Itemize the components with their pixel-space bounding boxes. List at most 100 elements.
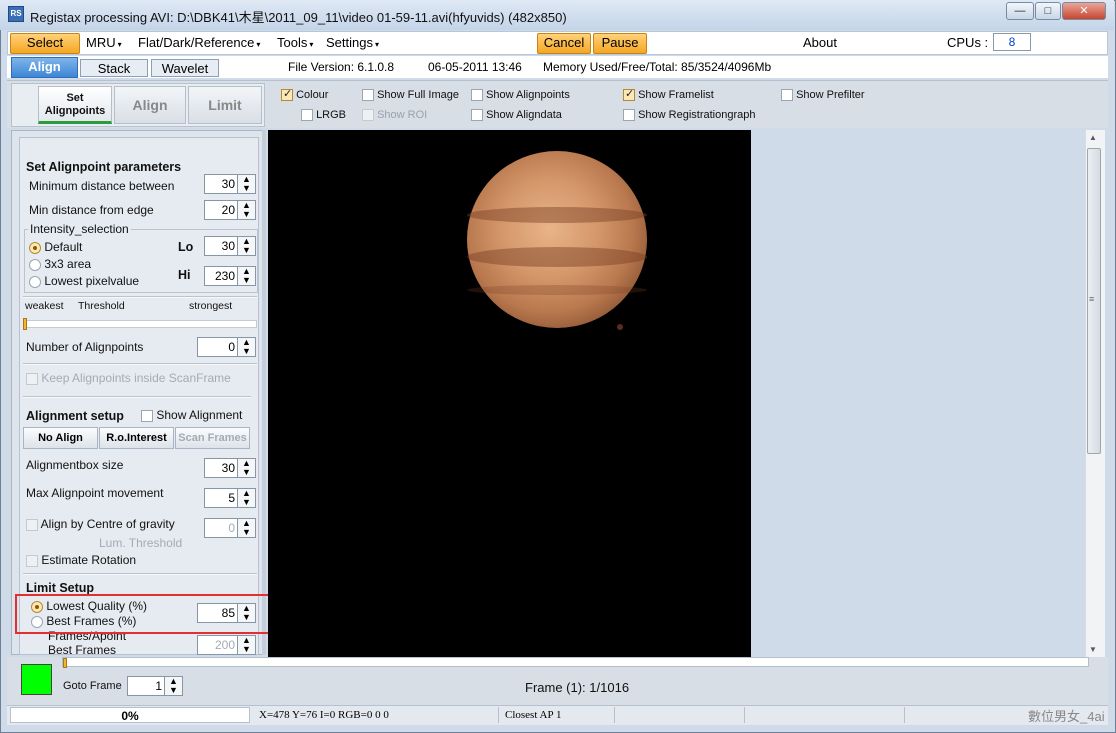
minimize-button[interactable]: —	[1006, 2, 1034, 20]
limit-setup-heading: Limit Setup	[26, 581, 95, 595]
menu-tools-label: Tools	[277, 35, 308, 50]
window-title: Registax processing AVI: D:\DBK41\木星\201…	[30, 10, 567, 25]
set-alignpoints-button[interactable]: Set Alignpoints	[38, 86, 112, 124]
lo-stepper[interactable]: 30 ▲ ▼	[204, 236, 256, 256]
cpus-stepper[interactable]: 8	[993, 33, 1031, 51]
spin-arrows-icon[interactable]: ▲ ▼	[237, 636, 255, 654]
menu-about[interactable]: About	[799, 34, 841, 52]
colour-checkbox[interactable]: Colour	[281, 87, 328, 102]
menu-mru-label: MRU	[86, 35, 116, 50]
ro-interest-button[interactable]: R.o.Interest	[99, 427, 174, 449]
box-size-stepper[interactable]: 30 ▲ ▼	[204, 458, 256, 478]
scroll-down-icon[interactable]: ▼	[1089, 645, 1097, 654]
menu-flat-dark-reference[interactable]: Flat/Dark/Reference ▾	[134, 34, 264, 52]
checkbox-checked-icon	[281, 87, 293, 102]
centre-gravity-checkbox[interactable]: Align by Centre of gravity	[26, 517, 175, 531]
no-align-button[interactable]: No Align	[23, 427, 98, 449]
spin-arrows-icon[interactable]: ▲ ▼	[237, 338, 255, 356]
spin-arrows-icon[interactable]: ▲ ▼	[237, 175, 255, 193]
show-aligndata-checkbox[interactable]: Show Aligndata	[471, 109, 562, 122]
intensity-default-radio[interactable]: Default	[29, 240, 82, 254]
cloud-band	[467, 207, 647, 223]
frame-slider-thumb[interactable]	[63, 658, 67, 668]
alignment-setup-heading: Alignment setup	[26, 409, 124, 423]
show-alignment-label: Show Alignment	[156, 408, 243, 422]
centre-gravity-stepper[interactable]: 0 ▲ ▼	[204, 518, 256, 538]
box-size-value: 30	[221, 461, 235, 475]
hi-stepper[interactable]: 230 ▲ ▼	[204, 266, 256, 286]
max-move-stepper[interactable]: 5 ▲ ▼	[204, 488, 256, 508]
best-frames-2-label: Best Frames	[48, 643, 117, 655]
checkbox-icon	[26, 518, 38, 531]
lrgb-label: LRGB	[316, 109, 347, 121]
tab-stack[interactable]: Stack	[80, 59, 148, 77]
threshold-slider-thumb[interactable]	[23, 318, 27, 330]
scroll-up-icon[interactable]: ▲	[1089, 133, 1097, 142]
spin-arrows-icon[interactable]: ▲ ▼	[164, 677, 182, 695]
num-alignpoints-stepper[interactable]: 0 ▲ ▼	[197, 337, 256, 357]
close-button[interactable]: ✕	[1062, 2, 1106, 20]
progress-bar: 0%	[10, 707, 250, 723]
show-framelist-label: Show Framelist	[638, 89, 714, 101]
menu-mru[interactable]: MRU ▾	[82, 34, 126, 52]
lrgb-checkbox[interactable]: LRGB	[301, 109, 347, 122]
threshold-label: Threshold	[78, 300, 125, 312]
min-edge-stepper[interactable]: 20 ▲ ▼	[204, 200, 256, 220]
intensity-lowest-radio[interactable]: Lowest pixelvalue	[29, 274, 139, 288]
grip-icon: ≡	[1089, 294, 1095, 304]
menu-tools[interactable]: Tools ▾	[273, 34, 317, 52]
watermark: 數位男女_4ai	[1028, 709, 1105, 724]
show-registrationgraph-label: Show Registrationgraph	[638, 109, 756, 121]
max-move-label: Max Alignpoint movement	[26, 486, 164, 500]
frames-value: 200	[214, 638, 235, 652]
keep-inside-checkbox[interactable]: Keep Alignpoints inside ScanFrame	[26, 371, 231, 385]
checkbox-icon	[26, 372, 38, 385]
strongest-label: strongest	[189, 300, 233, 312]
align-mode-button[interactable]: Align	[114, 86, 186, 124]
spin-arrows-icon[interactable]: ▲ ▼	[237, 459, 255, 477]
spin-arrows-icon[interactable]: ▲ ▼	[237, 201, 255, 219]
show-roi-checkbox[interactable]: Show ROI	[362, 109, 427, 122]
radio-selected-icon	[29, 241, 41, 254]
show-full-image-label: Show Full Image	[377, 89, 459, 101]
spin-arrows-icon[interactable]: ▲ ▼	[237, 237, 255, 255]
show-registrationgraph-checkbox[interactable]: Show Registrationgraph	[623, 109, 756, 122]
tab-align[interactable]: Align	[11, 57, 78, 78]
menu-settings[interactable]: Settings ▾	[322, 34, 383, 52]
limit-mode-button[interactable]: Limit	[188, 86, 262, 124]
panel-splitter[interactable]	[262, 130, 266, 655]
show-prefilter-checkbox[interactable]: Show Prefilter	[781, 89, 865, 102]
threshold-slider[interactable]	[23, 320, 257, 328]
show-alignpoints-checkbox[interactable]: Show Alignpoints	[471, 89, 570, 102]
scan-frames-button[interactable]: Scan Frames	[175, 427, 250, 449]
estimate-rotation-label: Estimate Rotation	[41, 553, 137, 567]
show-aligndata-label: Show Aligndata	[486, 109, 562, 121]
highlight-box	[15, 594, 273, 634]
show-full-image-checkbox[interactable]: Show Full Image	[362, 89, 459, 102]
tab-wavelet[interactable]: Wavelet	[151, 59, 219, 77]
spin-arrows-icon[interactable]: ▲ ▼	[237, 489, 255, 507]
select-button[interactable]: Select	[10, 33, 80, 54]
cloud-band	[467, 285, 647, 295]
spin-arrows-icon[interactable]: ▲ ▼	[237, 267, 255, 285]
cancel-button[interactable]: Cancel	[537, 33, 591, 54]
divider	[23, 363, 257, 365]
frames-stepper[interactable]: 200 ▲ ▼	[197, 635, 256, 655]
divider	[23, 296, 257, 298]
show-framelist-checkbox[interactable]: Show Framelist	[623, 87, 714, 102]
cloud-band	[467, 247, 647, 267]
frame-slider[interactable]	[62, 657, 1089, 667]
checkbox-icon	[623, 109, 635, 122]
goto-frame-stepper[interactable]: 1 ▲ ▼	[127, 676, 183, 696]
goto-frame-value: 1	[155, 679, 162, 693]
min-distance-stepper[interactable]: 30 ▲ ▼	[204, 174, 256, 194]
radio-icon	[29, 275, 41, 288]
maximize-button[interactable]: □	[1035, 2, 1061, 20]
centre-gravity-value: 0	[228, 521, 235, 535]
moon-dot	[617, 324, 623, 330]
intensity-3x3-radio[interactable]: 3x3 area	[29, 257, 91, 271]
spin-arrows-icon[interactable]: ▲ ▼	[237, 519, 255, 537]
show-alignment-checkbox[interactable]: Show Alignment	[141, 408, 242, 422]
estimate-rotation-checkbox[interactable]: Estimate Rotation	[26, 553, 136, 567]
pause-button[interactable]: Pause	[593, 33, 647, 54]
